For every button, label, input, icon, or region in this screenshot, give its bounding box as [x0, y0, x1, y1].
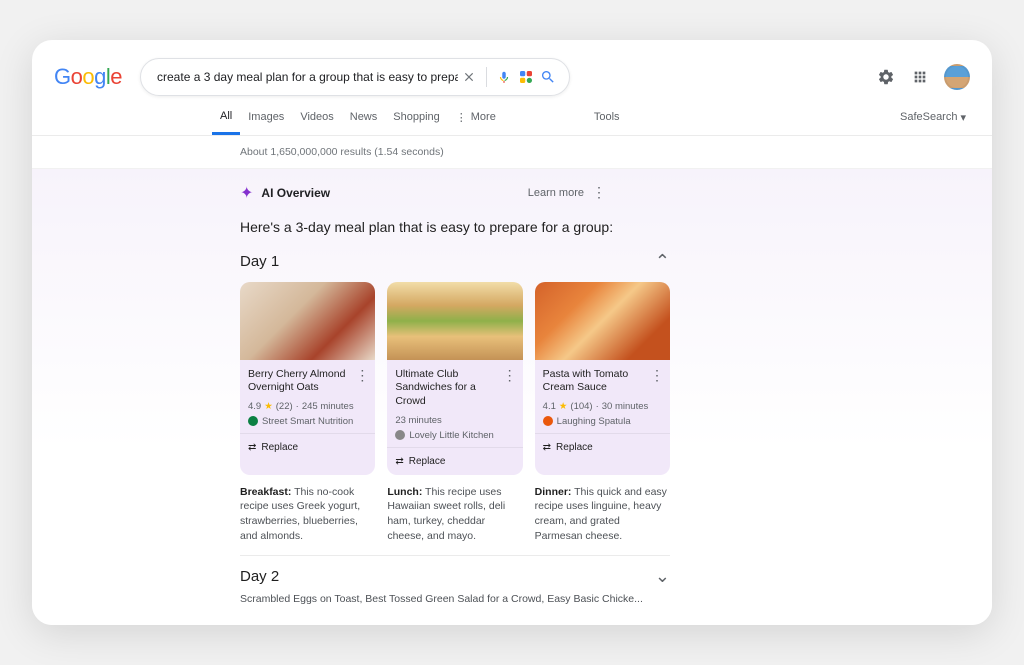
card-image: [240, 282, 375, 360]
sparkle-icon: ✦: [240, 183, 253, 203]
ai-overview-section: ✦ AI Overview Learn more ⋮ Here's a 3-da…: [32, 169, 992, 626]
voice-search-icon[interactable]: [493, 67, 515, 87]
star-icon: ★: [264, 401, 273, 412]
page-container: Google All: [32, 40, 992, 626]
settings-icon[interactable]: [876, 67, 896, 87]
tab-videos[interactable]: Videos: [292, 111, 341, 133]
breakfast-desc: Breakfast: This no-cook recipe uses Gree…: [240, 485, 375, 544]
google-logo[interactable]: Google: [54, 64, 122, 90]
top-right-controls: [876, 64, 970, 90]
clear-icon[interactable]: [458, 70, 480, 84]
card-source: Laughing Spatula: [543, 416, 662, 427]
star-icon: ★: [559, 401, 568, 412]
card-source: Street Smart Nutrition: [248, 416, 367, 427]
card-image: [387, 282, 522, 360]
card-more-icon[interactable]: ⋮: [503, 368, 517, 382]
card-title: Ultimate Club Sandwiches for a Crowd: [395, 368, 514, 409]
meal-card-breakfast[interactable]: ⋮ Berry Cherry Almond Overnight Oats 4.9…: [240, 282, 375, 475]
cards-row: ⋮ Berry Cherry Almond Overnight Oats 4.9…: [240, 282, 670, 475]
lens-search-icon[interactable]: [515, 68, 537, 86]
tabs-row: All Images Videos News Shopping ⋮More To…: [32, 96, 992, 136]
search-box: [140, 58, 570, 96]
chevron-down-icon[interactable]: ⌄: [655, 566, 670, 587]
day2-summary: Scrambled Eggs on Toast, Best Tossed Gre…: [240, 593, 670, 605]
safesearch-dropdown[interactable]: SafeSearch▾: [900, 111, 966, 134]
chevron-up-icon[interactable]: ⌃: [655, 251, 670, 272]
overview-title: AI Overview: [261, 186, 330, 200]
swap-icon: ⇄: [248, 442, 256, 453]
tab-images[interactable]: Images: [240, 111, 292, 133]
tab-shopping[interactable]: Shopping: [385, 111, 448, 133]
replace-button[interactable]: ⇄Replace: [387, 447, 522, 475]
swap-icon: ⇄: [543, 442, 551, 453]
avatar[interactable]: [944, 64, 970, 90]
day2-title: Day 2: [240, 568, 279, 585]
search-icon[interactable]: [537, 69, 559, 85]
tab-more[interactable]: ⋮More: [448, 111, 504, 134]
meal-card-lunch[interactable]: ⋮ Ultimate Club Sandwiches for a Crowd 2…: [387, 282, 522, 475]
search-input[interactable]: [157, 70, 458, 84]
card-more-icon[interactable]: ⋮: [650, 368, 664, 382]
meal-descriptions: Breakfast: This no-cook recipe uses Gree…: [240, 485, 670, 557]
card-title: Berry Cherry Almond Overnight Oats: [248, 368, 367, 395]
swap-icon: ⇄: [395, 456, 403, 467]
meal-card-dinner[interactable]: ⋮ Pasta with Tomato Cream Sauce 4.1 ★ (1…: [535, 282, 670, 475]
replace-button[interactable]: ⇄Replace: [535, 433, 670, 461]
divider: [486, 67, 487, 87]
overview-header: ✦ AI Overview Learn more ⋮: [240, 169, 966, 213]
card-source: Lovely Little Kitchen: [395, 430, 514, 441]
lunch-desc: Lunch: This recipe uses Hawaiian sweet r…: [387, 485, 522, 544]
learn-more-link[interactable]: Learn more ⋮: [528, 184, 606, 201]
card-title: Pasta with Tomato Cream Sauce: [543, 368, 662, 395]
day1-header[interactable]: Day 1 ⌃: [240, 247, 670, 282]
card-meta: 23 minutes: [395, 415, 514, 426]
card-meta: 4.1 ★ (104) · 30 minutes: [543, 401, 662, 412]
card-meta: 4.9 ★ (22) · 245 minutes: [248, 401, 367, 412]
day2-section[interactable]: Day 2 ⌄ Scrambled Eggs on Toast, Best To…: [240, 556, 670, 605]
apps-icon[interactable]: [910, 67, 930, 87]
card-image: [535, 282, 670, 360]
replace-button[interactable]: ⇄Replace: [240, 433, 375, 461]
top-bar: Google: [32, 40, 992, 96]
day1-title: Day 1: [240, 253, 279, 270]
tab-all[interactable]: All: [212, 110, 240, 135]
card-more-icon[interactable]: ⋮: [355, 368, 369, 382]
overview-intro: Here's a 3-day meal plan that is easy to…: [240, 213, 966, 247]
tools-link[interactable]: Tools: [594, 111, 620, 133]
more-icon[interactable]: ⋮: [592, 184, 606, 201]
tab-news[interactable]: News: [342, 111, 386, 133]
results-meta: About 1,650,000,000 results (1.54 second…: [32, 136, 992, 169]
chevron-down-icon: ▾: [960, 111, 966, 124]
dinner-desc: Dinner: This quick and easy recipe uses …: [535, 485, 670, 544]
